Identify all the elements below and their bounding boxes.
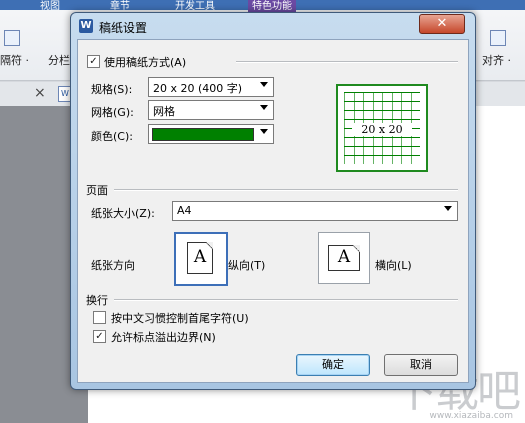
- wps-writer-icon: W: [79, 19, 93, 33]
- tab-close-icon[interactable]: ×: [34, 85, 46, 101]
- grid-style-select[interactable]: 网格: [148, 100, 274, 120]
- landscape-page-icon: A: [328, 245, 360, 271]
- manuscript-settings-dialog: W 稿纸设置 ✕ ✓ 使用稿纸方式(A) 规格(S): 20 x 20 (400…: [70, 12, 476, 390]
- chevron-down-icon: [260, 129, 268, 134]
- preview-label: 20 x 20: [352, 123, 412, 136]
- portrait-page-icon: A: [187, 242, 213, 274]
- close-button[interactable]: ✕: [419, 14, 465, 34]
- columns-button[interactable]: 分栏: [48, 52, 70, 68]
- landscape-option[interactable]: A: [318, 232, 370, 284]
- linebreak-section-label: 换行: [86, 294, 108, 307]
- landscape-label[interactable]: 横向(L): [375, 257, 412, 273]
- punctuation-overflow-checkbox[interactable]: ✓: [93, 330, 106, 343]
- punctuation-overflow-label: 允许标点溢出边界(N): [111, 331, 216, 344]
- paper-size-label: 纸张大小(Z):: [91, 207, 155, 220]
- separator: [114, 299, 458, 301]
- color-select[interactable]: [148, 124, 274, 144]
- chinese-rules-label: 按中文习惯控制首尾字符(U): [111, 312, 249, 325]
- color-label: 颜色(C):: [91, 130, 133, 143]
- page-section-label: 页面: [86, 184, 108, 197]
- grid-preview: 20 x 20: [336, 84, 428, 172]
- separator-icon[interactable]: [4, 30, 20, 46]
- separator-button[interactable]: 隔符 ·: [0, 52, 29, 68]
- landscape-letter: A: [337, 247, 351, 267]
- portrait-option[interactable]: A: [174, 232, 228, 286]
- grid-style-label: 网格(G):: [91, 106, 134, 119]
- spec-select[interactable]: 20 x 20 (400 字): [148, 77, 274, 97]
- dialog-title: 稿纸设置: [99, 21, 148, 35]
- dialog-titlebar[interactable]: W 稿纸设置 ✕: [71, 13, 475, 39]
- spec-label: 规格(S):: [91, 83, 133, 96]
- color-swatch: [152, 128, 254, 141]
- separator: [236, 61, 458, 63]
- spec-value: 20 x 20 (400 字): [153, 82, 243, 95]
- menu-view[interactable]: 视图: [40, 0, 60, 12]
- watermark-url: www.xiazaiba.com: [429, 411, 513, 421]
- portrait-letter: A: [193, 247, 207, 267]
- menu-special[interactable]: 特色功能: [248, 0, 296, 12]
- menu-chapter[interactable]: 章节: [110, 0, 130, 12]
- chevron-down-icon: [260, 105, 268, 110]
- align-button[interactable]: 对齐 ·: [482, 52, 511, 68]
- chevron-down-icon: [444, 206, 452, 211]
- ok-button[interactable]: 确定: [296, 354, 370, 376]
- dialog-client: ✓ 使用稿纸方式(A) 规格(S): 20 x 20 (400 字) 网格(G)…: [77, 39, 469, 383]
- orientation-label: 纸张方向: [91, 259, 135, 272]
- align-icon[interactable]: [490, 30, 506, 46]
- use-grid-checkbox[interactable]: ✓: [87, 55, 100, 68]
- paper-size-select[interactable]: A4: [172, 201, 458, 221]
- portrait-label[interactable]: 纵向(T): [228, 257, 265, 273]
- separator: [114, 189, 458, 191]
- menu-developer[interactable]: 开发工具: [175, 0, 215, 12]
- use-grid-label: 使用稿纸方式(A): [104, 56, 187, 69]
- app-menu-bar: 视图 章节 开发工具 特色功能: [0, 0, 525, 12]
- grid-style-value: 网格: [153, 105, 175, 118]
- cancel-button[interactable]: 取消: [384, 354, 458, 376]
- chevron-down-icon: [260, 82, 268, 87]
- chinese-rules-checkbox[interactable]: [93, 311, 106, 324]
- paper-size-value: A4: [177, 204, 192, 217]
